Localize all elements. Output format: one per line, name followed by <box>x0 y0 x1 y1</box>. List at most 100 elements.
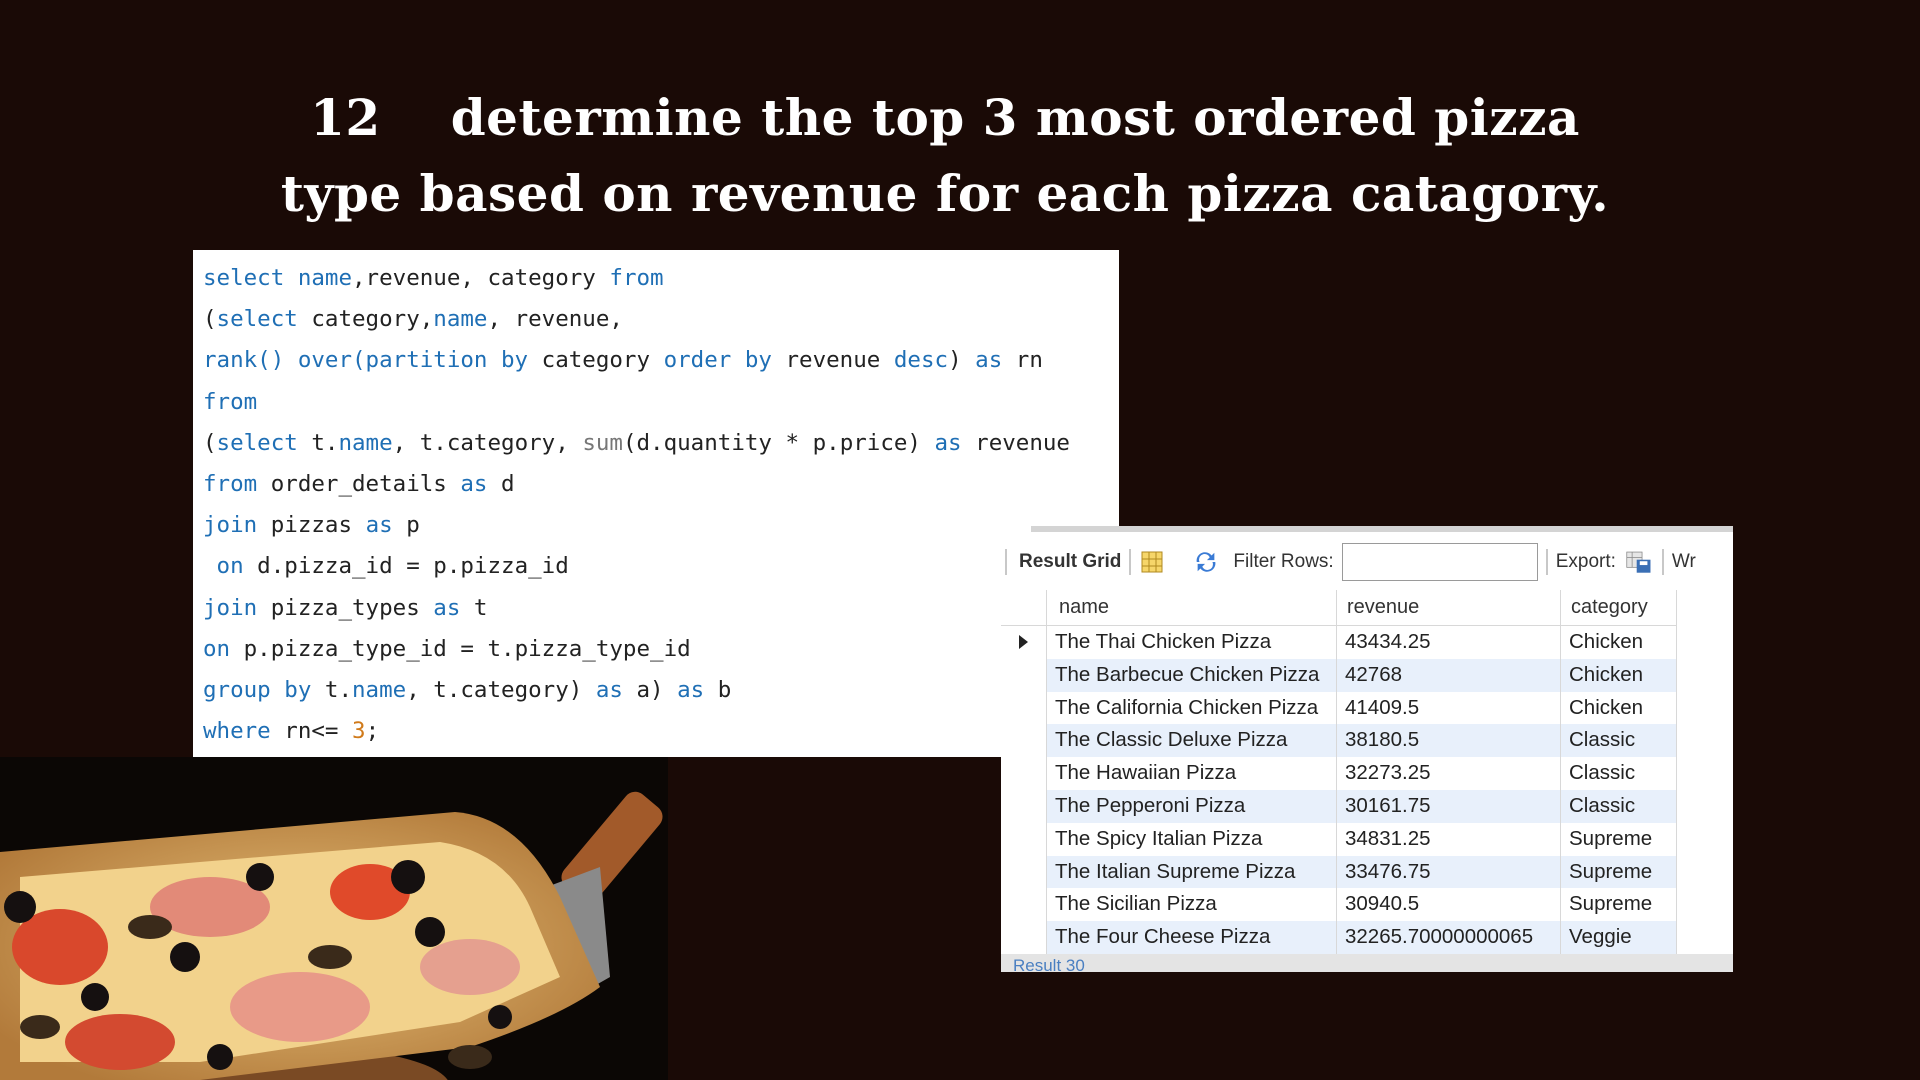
code-token: select name <box>203 265 353 291</box>
code-token: desc <box>893 347 949 374</box>
code-token: from <box>203 470 258 497</box>
cell-revenue[interactable]: 34831.25 <box>1337 822 1561 856</box>
code-token: t <box>460 594 488 621</box>
cell-category[interactable]: Chicken <box>1561 691 1677 725</box>
code-line: select name,revenue, category from <box>203 258 1109 299</box>
row-selector[interactable] <box>1001 921 1047 954</box>
table-row[interactable]: The Thai Chicken Pizza 43434.25 Chicken <box>1001 626 1677 659</box>
result-toolbar: Result Grid Filter Rows: Export: Wr <box>1001 543 1733 581</box>
cell-name[interactable]: The Sicilian Pizza <box>1047 888 1337 922</box>
cell-category[interactable]: Chicken <box>1561 658 1677 692</box>
table-row[interactable]: The Four Cheese Pizza 32265.70000000065 Ve… <box>1001 921 1677 954</box>
cell-revenue[interactable]: 30940.5 <box>1337 888 1561 922</box>
row-selector[interactable] <box>1001 724 1047 758</box>
code-token: ) <box>948 347 976 374</box>
code-token: as <box>934 429 962 456</box>
table-row[interactable]: The Italian Supreme Pizza 33476.75 Supreme <box>1001 855 1677 889</box>
cell-name[interactable]: The Barbecue Chicken Pizza <box>1047 658 1337 692</box>
cell-name[interactable]: The Italian Supreme Pizza <box>1047 855 1337 889</box>
column-header-revenue[interactable]: revenue <box>1337 590 1561 625</box>
title-line-2: type based on revenue for each pizza cat… <box>280 164 1610 223</box>
code-token: , t.category) <box>406 676 596 703</box>
cell-category[interactable]: Classic <box>1561 757 1677 790</box>
cell-revenue[interactable]: 43434.25 <box>1337 626 1561 659</box>
code-token: (d.quantity * p.price) <box>622 429 935 456</box>
cell-name[interactable]: The Pepperoni Pizza <box>1047 789 1337 823</box>
code-token: group by <box>203 676 312 703</box>
row-selector[interactable] <box>1001 626 1047 659</box>
refresh-icon[interactable] <box>1193 549 1219 575</box>
code-line: join pizzas as p <box>203 505 1109 546</box>
cell-revenue[interactable]: 33476.75 <box>1337 855 1561 889</box>
code-line: on p.pizza_type_id = t.pizza_type_id <box>203 629 1109 670</box>
cell-name[interactable]: The Classic Deluxe Pizza <box>1047 724 1337 758</box>
row-selector[interactable] <box>1001 658 1047 692</box>
row-selector[interactable] <box>1001 855 1047 889</box>
table-row[interactable]: The Barbecue Chicken Pizza 42768 Chicken <box>1001 658 1677 692</box>
table-row[interactable]: The Classic Deluxe Pizza 38180.5 Classic <box>1001 724 1677 758</box>
code-token: rn <box>1002 347 1043 374</box>
cell-category[interactable]: Chicken <box>1561 626 1677 659</box>
cell-category[interactable]: Classic <box>1561 789 1677 823</box>
column-header-category[interactable]: category <box>1561 590 1677 625</box>
code-token: b <box>704 676 732 703</box>
cell-category[interactable]: Veggie <box>1561 921 1677 954</box>
code-token: pizzas <box>257 512 366 539</box>
current-row-arrow-icon <box>1019 635 1028 650</box>
pizza-photo <box>0 757 668 1080</box>
code-token: order by <box>663 347 772 374</box>
cell-category[interactable]: Supreme <box>1561 822 1677 856</box>
code-token: where <box>203 718 271 745</box>
cell-revenue[interactable]: 32265.70000000065 <box>1337 921 1561 954</box>
cell-name[interactable]: The Hawaiian Pizza <box>1047 757 1337 790</box>
row-selector[interactable] <box>1001 822 1047 856</box>
code-token: , revenue, <box>487 306 623 333</box>
row-selector[interactable] <box>1001 757 1047 790</box>
table-row[interactable]: The Pepperoni Pizza 30161.75 Classic <box>1001 789 1677 823</box>
filter-rows-input[interactable] <box>1341 543 1538 581</box>
cell-category[interactable]: Supreme <box>1561 888 1677 922</box>
cell-revenue[interactable]: 42768 <box>1337 658 1561 692</box>
row-selector[interactable] <box>1001 789 1047 823</box>
cell-name[interactable]: The California Chicken Pizza <box>1047 691 1337 725</box>
toolbar-separator <box>1005 549 1007 575</box>
code-token: from <box>203 388 258 415</box>
export-icon[interactable] <box>1626 549 1652 575</box>
grid-layout-icon[interactable] <box>1139 549 1165 575</box>
cell-category[interactable]: Supreme <box>1561 855 1677 889</box>
result-grid-tab[interactable]: Result Grid <box>1019 551 1121 573</box>
code-token: a) <box>622 676 678 703</box>
result-tab[interactable]: Result 30 <box>1013 954 1085 972</box>
cell-name[interactable]: The Four Cheese Pizza <box>1047 921 1337 954</box>
toolbar-separator <box>1545 549 1548 575</box>
code-token: revenue <box>961 429 1070 456</box>
cell-revenue[interactable]: 41409.5 <box>1337 691 1561 725</box>
table-row[interactable]: The Spicy Italian Pizza 34831.25 Supreme <box>1001 822 1677 856</box>
code-token: as <box>460 470 488 497</box>
code-token: category, <box>297 306 434 333</box>
table-row[interactable]: The Hawaiian Pizza 32273.25 Classic <box>1001 757 1677 790</box>
cell-revenue[interactable]: 30161.75 <box>1337 789 1561 823</box>
code-token: d.pizza_id = p.pizza_id <box>243 553 569 580</box>
column-header-name[interactable]: name <box>1047 590 1337 625</box>
cell-category[interactable]: Classic <box>1561 724 1677 758</box>
row-selector[interactable] <box>1001 888 1047 922</box>
wrap-cell-label[interactable]: Wr <box>1672 551 1696 573</box>
cell-name[interactable]: The Thai Chicken Pizza <box>1047 626 1337 659</box>
cell-revenue[interactable]: 38180.5 <box>1337 724 1561 758</box>
code-token: name <box>352 676 407 703</box>
code-token: on <box>203 553 244 580</box>
cell-name[interactable]: The Spicy Italian Pizza <box>1047 822 1337 856</box>
table-row[interactable]: The Sicilian Pizza 30940.5 Supreme <box>1001 888 1677 922</box>
code-line: (select category,name, revenue, <box>203 299 1109 340</box>
filter-rows-label: Filter Rows: <box>1233 551 1334 572</box>
table-header: name revenue category <box>1001 590 1677 626</box>
code-token: join <box>203 512 258 539</box>
toolbar-separator <box>1129 549 1132 575</box>
cell-revenue[interactable]: 32273.25 <box>1337 757 1561 790</box>
row-selector[interactable] <box>1001 691 1047 725</box>
table-body: The Thai Chicken Pizza 43434.25 Chicken The… <box>1001 626 1677 954</box>
code-token: sum <box>582 429 623 456</box>
table-row[interactable]: The California Chicken Pizza 41409.5 Chick… <box>1001 691 1677 725</box>
code-token: as <box>433 594 461 621</box>
